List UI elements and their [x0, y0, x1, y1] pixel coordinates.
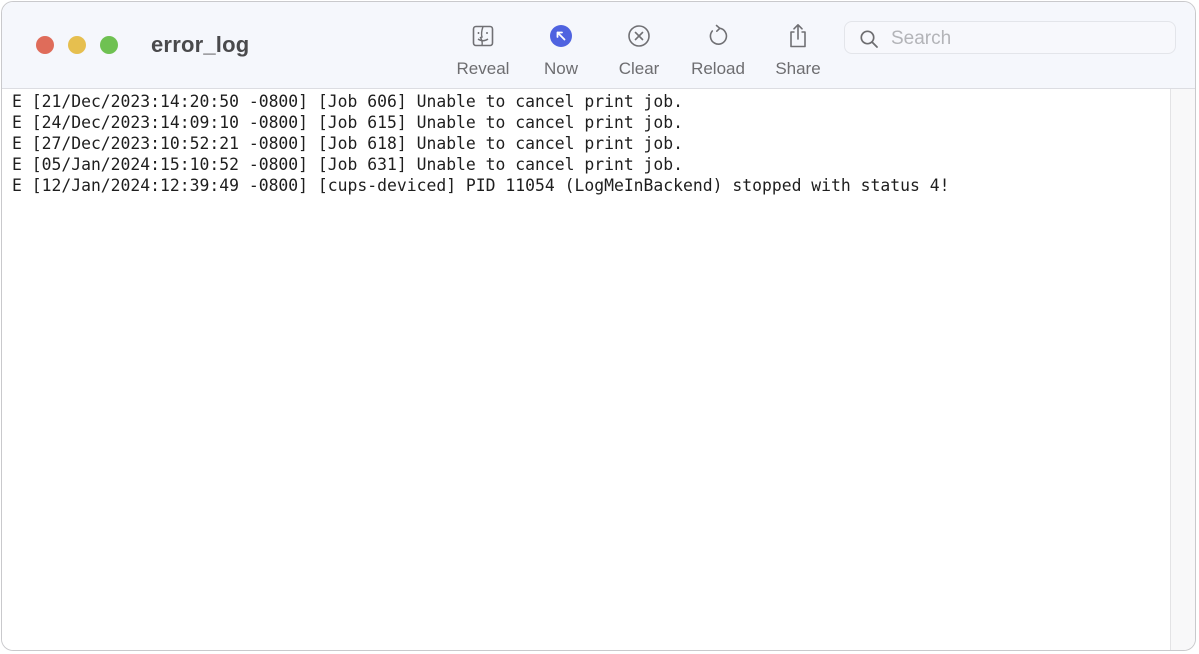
log-line: E [05/Jan/2024:15:10:52 -0800] [Job 631]… [12, 155, 684, 174]
reload-icon [709, 24, 728, 45]
reveal-button[interactable]: Reveal [443, 20, 523, 79]
search-icon [860, 30, 878, 48]
now-label: Now [543, 59, 578, 78]
finder-icon [472, 25, 494, 47]
vertical-scrollbar[interactable] [1170, 89, 1195, 650]
log-content[interactable]: E [21/Dec/2023:14:20:50 -0800] [Job 606]… [2, 89, 1171, 650]
window-title: error_log [151, 32, 250, 57]
search-input[interactable] [889, 25, 1163, 53]
close-window-button[interactable] [36, 36, 54, 54]
reload-button[interactable]: Reload [678, 20, 758, 79]
x-circle-icon [628, 25, 650, 47]
console-window: error_log Reveal Now Clear Reload Share … [1, 1, 1196, 651]
maximize-window-button[interactable] [100, 36, 118, 54]
log-line: E [12/Jan/2024:12:39:49 -0800] [cups-dev… [12, 176, 950, 195]
log-line: E [24/Dec/2023:14:09:10 -0800] [Job 615]… [12, 113, 684, 132]
search-field[interactable] [844, 21, 1176, 54]
reload-label: Reload [691, 59, 745, 78]
share-button[interactable]: Share [758, 20, 838, 79]
share-label: Share [775, 59, 821, 78]
now-button[interactable]: Now [521, 20, 601, 79]
log-line: E [27/Dec/2023:10:52:21 -0800] [Job 618]… [12, 134, 684, 153]
share-icon [790, 24, 806, 48]
minimize-window-button[interactable] [68, 36, 86, 54]
reveal-label: Reveal [456, 59, 510, 78]
toolbar: error_log Reveal Now Clear Reload Share … [2, 2, 1195, 89]
arrow-up-left-circle-icon [550, 25, 572, 47]
log-line: E [21/Dec/2023:14:20:50 -0800] [Job 606]… [12, 92, 684, 111]
clear-button[interactable]: Clear [599, 20, 679, 79]
clear-label: Clear [618, 59, 660, 78]
